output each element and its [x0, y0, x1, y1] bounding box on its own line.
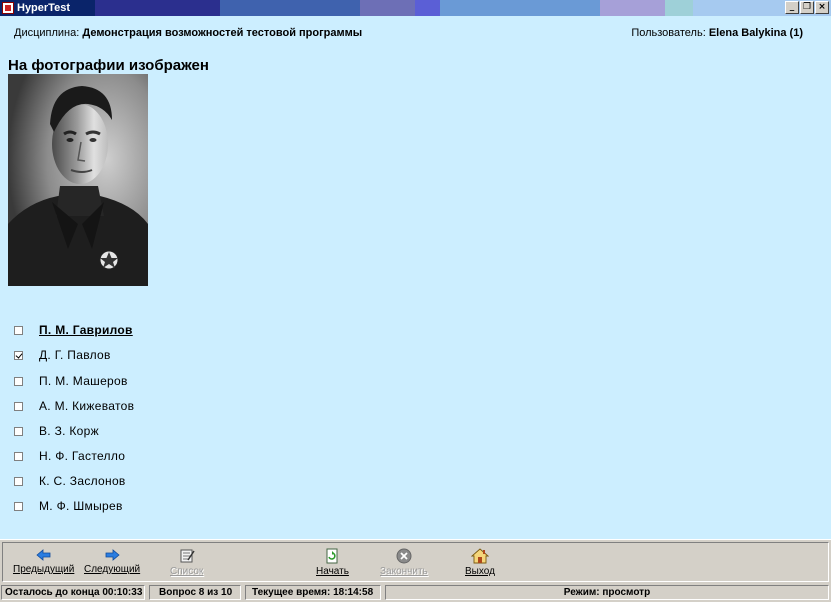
- title-bar-segment: [600, 0, 665, 16]
- prev-button[interactable]: Предыдущий: [13, 548, 74, 575]
- discipline-value: Демонстрация возможностей тестовой прогр…: [82, 27, 363, 39]
- question-counter-status: Вопрос 8 из 10: [149, 585, 241, 600]
- answer-label: П. М. Гаврилов: [39, 323, 133, 337]
- answer-label: П. М. Машеров: [39, 374, 128, 388]
- list-label: Список: [170, 566, 204, 577]
- exit-button[interactable]: Выход: [465, 548, 495, 577]
- title-bar-segment: [95, 0, 220, 16]
- title-bar-segment: [440, 0, 600, 16]
- answer-option[interactable]: Н. Ф. Гастелло: [14, 448, 125, 464]
- window-title-text: HyperTest: [17, 2, 70, 14]
- current-time-status: Текущее время: 18:14:58: [245, 585, 381, 600]
- answer-option[interactable]: П. М. Гаврилов: [14, 322, 133, 338]
- title-bar[interactable]: HyperTest _ ❐ ×: [0, 0, 831, 16]
- question-photo: [8, 74, 148, 286]
- answer-option[interactable]: Д. Г. Павлов: [14, 347, 111, 363]
- answer-label: М. Ф. Шмырев: [39, 499, 123, 513]
- answer-option[interactable]: В. З. Корж: [14, 423, 99, 439]
- restore-button[interactable]: ❐: [800, 1, 814, 14]
- title-bar-segment: [665, 0, 693, 16]
- window-controls: _ ❐ ×: [785, 1, 829, 14]
- stop-icon: [396, 548, 412, 564]
- answer-checkbox[interactable]: [14, 401, 23, 411]
- title-bar-segment: [220, 0, 360, 16]
- answer-checkbox[interactable]: [14, 476, 23, 486]
- bottom-toolbar: Предыдущий Следующий Список Начать Закон…: [0, 539, 831, 584]
- answer-option[interactable]: А. М. Кижеватов: [14, 398, 134, 414]
- finish-label: Закончить: [380, 566, 428, 577]
- exit-label: Выход: [465, 566, 495, 577]
- answer-checkbox[interactable]: [14, 325, 23, 335]
- user-label: Пользователь:: [631, 27, 706, 39]
- start-icon: [326, 548, 338, 564]
- finish-button[interactable]: Закончить: [380, 548, 428, 577]
- start-button[interactable]: Начать: [316, 548, 349, 577]
- list-icon: [180, 549, 195, 563]
- list-button[interactable]: Список: [170, 548, 203, 577]
- user-value: Elena Balykina (1): [708, 27, 803, 39]
- window-title: HyperTest: [2, 0, 70, 16]
- test-header: Дисциплина: Демонстрация возможностей те…: [14, 27, 817, 41]
- discipline-info: Дисциплина: Демонстрация возможностей те…: [14, 27, 362, 39]
- status-bar: Осталось до конца 00:10:33 Вопрос 8 из 1…: [0, 584, 831, 602]
- next-label: Следующий: [84, 564, 141, 575]
- minimize-button[interactable]: _: [785, 1, 799, 14]
- answer-label: Д. Г. Павлов: [39, 348, 111, 362]
- answer-label: А. М. Кижеватов: [39, 399, 135, 413]
- discipline-label: Дисциплина:: [14, 27, 80, 39]
- title-bar-segment: [415, 0, 440, 16]
- answer-option[interactable]: П. М. Машеров: [14, 373, 128, 389]
- app-icon: [2, 2, 14, 14]
- answer-checkbox[interactable]: [14, 426, 23, 436]
- arrow-left-icon: [36, 549, 51, 561]
- answer-checkbox[interactable]: [14, 501, 23, 511]
- answer-label: К. С. Заслонов: [39, 474, 126, 488]
- answer-option[interactable]: М. Ф. Шмырев: [14, 498, 123, 514]
- answer-checkbox[interactable]: [14, 376, 23, 386]
- title-bar-segment: [360, 0, 415, 16]
- mode-status: Режим: просмотр: [385, 585, 829, 600]
- time-left-status: Осталось до конца 00:10:33: [1, 585, 145, 600]
- close-button[interactable]: ×: [815, 1, 829, 14]
- arrow-right-icon: [105, 549, 120, 561]
- question-text: На фотографии изображен: [8, 57, 209, 74]
- answer-label: Н. Ф. Гастелло: [39, 449, 126, 463]
- start-label: Начать: [316, 566, 349, 577]
- answer-checkbox[interactable]: [14, 350, 23, 360]
- prev-label: Предыдущий: [13, 564, 75, 575]
- next-button[interactable]: Следующий: [84, 548, 140, 575]
- home-icon: [470, 548, 489, 564]
- user-info: Пользователь: Elena Balykina (1): [631, 27, 803, 39]
- answer-option[interactable]: К. С. Заслонов: [14, 473, 126, 489]
- answer-label: В. З. Корж: [39, 424, 99, 438]
- answer-checkbox[interactable]: [14, 451, 23, 461]
